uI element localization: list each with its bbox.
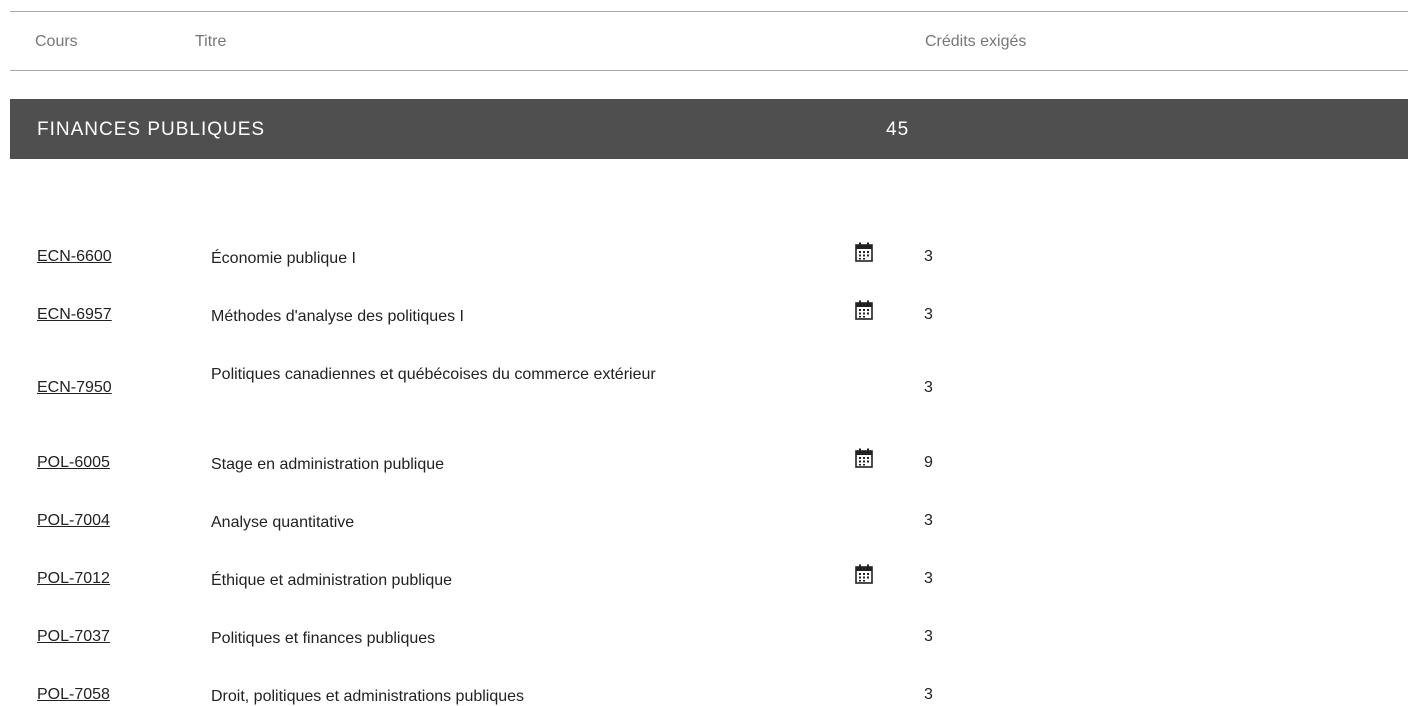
calendar-icon[interactable]	[855, 242, 873, 262]
course-title: Politiques et finances publiques	[211, 630, 436, 647]
course-credits: 3	[924, 512, 933, 529]
section-header: FINANCES PUBLIQUES 45	[10, 99, 1408, 159]
program-page: Cours Titre Crédits exigés FINANCES PUBL…	[0, 0, 1408, 706]
calendar-icon[interactable]	[855, 564, 873, 584]
section-credits: 45	[886, 119, 910, 140]
course-code-link[interactable]: ECN-6957	[37, 306, 112, 324]
course-code-link[interactable]: POL-7004	[37, 512, 110, 530]
course-row: POL-7037 Politiques et finances publique…	[0, 607, 1408, 665]
course-code-link[interactable]: POL-7058	[37, 686, 110, 704]
course-title: Analyse quantitative	[211, 514, 355, 531]
course-code-link[interactable]: POL-7037	[37, 628, 110, 646]
course-row: POL-7012 Éthique et administration publi…	[0, 549, 1408, 607]
course-title: Économie publique I	[211, 250, 356, 267]
table-header: Cours Titre Crédits exigés	[10, 11, 1408, 71]
course-credits: 3	[924, 686, 933, 703]
column-header-title: Titre	[195, 33, 227, 50]
course-credits: 9	[924, 454, 933, 471]
course-title: Méthodes d'analyse des politiques I	[211, 308, 464, 325]
course-list: ECN-6600 Économie publique I 3 ECN-6957 …	[0, 227, 1408, 706]
calendar-icon[interactable]	[855, 448, 873, 468]
column-header-credits: Crédits exigés	[925, 33, 1027, 50]
course-credits: 3	[924, 248, 933, 265]
course-row: ECN-7950 Politiques canadiennes et québé…	[0, 343, 1408, 433]
course-row: POL-6005 Stage en administration publiqu…	[0, 433, 1408, 491]
course-title: Stage en administration publique	[211, 456, 445, 473]
course-row: POL-7004 Analyse quantitative 3	[0, 491, 1408, 549]
column-header-course: Cours	[35, 33, 78, 50]
course-row: ECN-6957 Méthodes d'analyse des politiqu…	[0, 285, 1408, 343]
course-credits: 3	[924, 570, 933, 587]
course-title: Politiques canadiennes et québécoises du…	[211, 366, 656, 383]
course-code-link[interactable]: POL-7012	[37, 570, 110, 588]
calendar-icon[interactable]	[855, 300, 873, 320]
course-credits: 3	[924, 306, 933, 323]
course-code-link[interactable]: ECN-6600	[37, 248, 112, 266]
course-row: POL-7058 Droit, politiques et administra…	[0, 665, 1408, 706]
course-code-link[interactable]: ECN-7950	[37, 379, 112, 397]
course-row: ECN-6600 Économie publique I 3	[0, 227, 1408, 285]
course-title: Éthique et administration publique	[211, 572, 453, 589]
section-title: FINANCES PUBLIQUES	[37, 119, 266, 140]
course-code-link[interactable]: POL-6005	[37, 454, 110, 472]
course-credits: 3	[924, 628, 933, 645]
course-credits: 3	[924, 379, 933, 396]
course-title: Droit, politiques et administrations pub…	[211, 688, 525, 705]
